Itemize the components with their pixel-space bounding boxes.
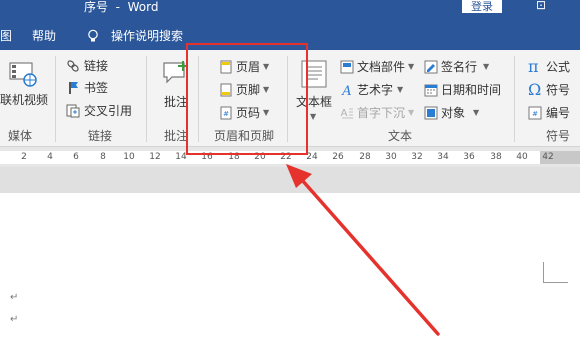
group-label-comments: 批注: [164, 129, 189, 143]
cross-reference-icon[interactable]: [66, 104, 80, 118]
object-icon[interactable]: [424, 106, 438, 120]
bookmark-icon[interactable]: [66, 81, 80, 95]
group-label-links: 链接: [88, 129, 113, 143]
group-label-text: 文本: [388, 129, 413, 143]
margin-corner-mark: [543, 262, 568, 283]
canvas-background: [0, 167, 580, 193]
ruler-tick-label: 38: [490, 152, 502, 162]
equation-icon[interactable]: π: [528, 57, 539, 76]
ruler-tick-label: 26: [332, 152, 344, 162]
object-button[interactable]: 对象: [441, 105, 465, 121]
highlight-box: [186, 43, 308, 155]
new-comment-button[interactable]: 批注: [164, 94, 188, 110]
svg-text:A: A: [341, 108, 348, 119]
ruler-tick-label: 12: [149, 152, 161, 162]
ruler-tick-label: 28: [359, 152, 371, 162]
quick-parts-icon[interactable]: [340, 60, 354, 74]
symbol-icon[interactable]: Ω: [528, 80, 541, 99]
quick-parts-button[interactable]: 文档部件: [357, 59, 405, 75]
ruler-tick-label: 30: [385, 152, 397, 162]
ruler-tick-label: 36: [463, 152, 475, 162]
drop-cap-icon: A: [341, 108, 353, 119]
minimize-icon[interactable]: ⊡: [536, 0, 546, 11]
ruler-tick-label: 42: [542, 152, 554, 162]
paragraph-mark: ↵: [10, 314, 19, 325]
chevron-down-icon[interactable]: ▼: [408, 62, 414, 71]
equation-button[interactable]: 公式: [546, 59, 570, 75]
tell-me-search[interactable]: 操作说明搜索: [111, 22, 183, 50]
chevron-down-icon[interactable]: ▼: [310, 112, 316, 121]
cross-reference-button[interactable]: 交叉引用: [84, 103, 132, 119]
group-divider: [514, 56, 515, 142]
document-page[interactable]: [0, 193, 580, 340]
ruler-tick-label: 10: [123, 152, 135, 162]
wordart-button[interactable]: 艺术字: [357, 82, 393, 98]
group-label-media: 媒体: [8, 129, 33, 143]
window-title: 序号 - Word: [84, 0, 159, 14]
date-time-icon[interactable]: [424, 83, 438, 97]
media-icon[interactable]: [8, 60, 38, 88]
chevron-down-icon[interactable]: ▼: [397, 85, 403, 94]
signature-line-button[interactable]: 签名行: [441, 59, 477, 75]
ruler-tick-label: 2: [21, 152, 27, 162]
chevron-down-icon[interactable]: ▼: [473, 108, 479, 117]
date-time-button[interactable]: 日期和时间: [441, 82, 501, 98]
ruler-tick-label: 8: [100, 152, 106, 162]
svg-text:A: A: [341, 84, 351, 97]
group-label-symbols: 符号: [546, 129, 571, 143]
ruler-tick-label: 6: [73, 152, 79, 162]
ruler-tick-label: 40: [516, 152, 528, 162]
ruler-tick-label: 32: [411, 152, 423, 162]
svg-text:#: #: [532, 110, 538, 118]
tab-help[interactable]: 帮助: [32, 22, 56, 50]
paragraph-mark: ↵: [10, 292, 19, 303]
link-icon[interactable]: [66, 59, 80, 73]
login-button[interactable]: 登录: [462, 0, 502, 13]
symbol-button[interactable]: 符号: [546, 82, 570, 98]
group-divider: [146, 56, 147, 142]
bookmark-button[interactable]: 书签: [84, 80, 108, 96]
tab-insert-partial[interactable]: 图: [0, 22, 12, 50]
drop-cap-button: 首字下沉: [357, 106, 406, 120]
signature-line-icon[interactable]: [424, 60, 438, 74]
chevron-down-icon: ▼: [408, 108, 415, 117]
group-divider: [55, 56, 56, 142]
ruler-tick-label: 34: [437, 152, 449, 162]
wordart-icon[interactable]: A: [340, 83, 354, 97]
number-icon[interactable]: #: [528, 106, 542, 120]
number-button[interactable]: 编号: [546, 105, 570, 121]
online-video-button[interactable]: 联机视频: [0, 92, 48, 108]
link-button[interactable]: 链接: [84, 58, 108, 74]
chevron-down-icon[interactable]: ▼: [483, 62, 489, 71]
ruler-tick-label: 4: [47, 152, 53, 162]
lightbulb-icon: [88, 29, 98, 42]
